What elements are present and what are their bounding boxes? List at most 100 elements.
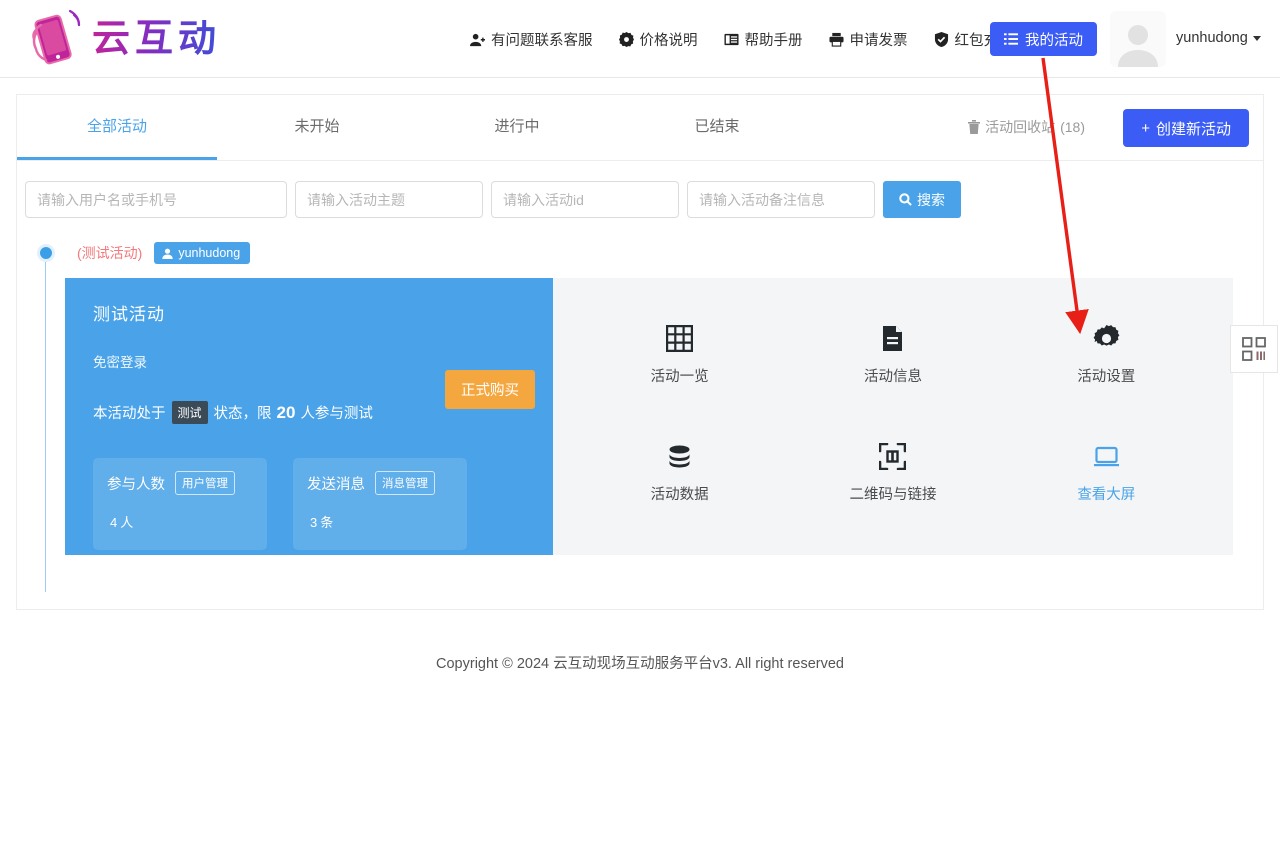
search-input-topic[interactable] [295,181,483,218]
owner-label: yunhudong [178,246,241,260]
tab-in-progress[interactable]: 进行中 [417,95,617,160]
monitor-icon [1093,443,1120,470]
nav-item-invoice[interactable]: 申请发票 [828,29,908,50]
tab-all-activities[interactable]: 全部活动 [17,95,217,160]
action-label: 二维码与链接 [849,487,937,504]
recycle-bin-link[interactable]: 活动回收站 (18) [968,117,1085,137]
nav-item-help-manual[interactable]: 帮助手册 [723,29,803,50]
create-activity-button[interactable]: + 创建新活动 [1123,109,1249,147]
action-activity-overview[interactable]: 活动一览 [650,324,709,386]
stat-participants: 参与人数 用户管理 4人 [93,458,267,550]
app-header: 云互动 有问题联系客服 价格说明 帮助手册 申请发票 红包充值 我的活动 yun… [0,0,1280,78]
price-tag-icon [618,31,634,47]
status-middle: 状态，限 [213,406,272,422]
activity-tabs: 全部活动 未开始 进行中 已结束 活动回收站 (18) + 创建新活动 [17,95,1263,161]
activities-panel: 全部活动 未开始 进行中 已结束 活动回收站 (18) + 创建新活动 搜索 [16,94,1264,610]
action-qrcode-link[interactable]: 二维码与链接 [849,443,936,504]
database-icon [666,443,693,470]
plus-icon: + [1141,119,1150,137]
stat-unit: 人 [120,515,134,530]
search-label: 搜索 [917,191,945,208]
search-input-username[interactable] [25,181,287,218]
action-label: 活动信息 [863,368,922,385]
tab-not-started[interactable]: 未开始 [217,95,417,160]
stat-label: 参与人数 [107,476,165,493]
search-input-activity-id[interactable] [491,181,679,218]
hand-phone-logo-icon [24,9,86,69]
stat-messages: 发送消息 消息管理 3条 [293,458,467,550]
recycle-bin-label: 活动回收站 [985,119,1056,135]
stat-value-wrap: 3条 [307,501,453,535]
user-menu[interactable]: yunhudong [1176,30,1261,46]
message-management-button[interactable]: 消息管理 [375,471,435,495]
nav-item-pricing[interactable]: 价格说明 [618,29,698,50]
tab-finished[interactable]: 已结束 [617,95,817,160]
nav-item-contact-support[interactable]: 有问题联系客服 [470,29,593,50]
list-icon [1004,32,1018,46]
status-suffix: 人参与测试 [300,406,373,422]
nav-label: 有问题联系客服 [491,32,593,49]
stat-value: 4 [110,515,118,530]
activity-summary-card: 测试活动 免密登录 本活动处于 测试 状态，限 20 人参与测试 正式购买 参与… [65,278,553,555]
search-toolbar: 搜索 [17,161,1263,218]
timeline-line [45,262,46,592]
qrcode-icon [1242,337,1266,361]
activity-login-mode: 免密登录 [93,355,147,370]
action-label: 活动数据 [650,487,709,504]
my-activity-label: 我的活动 [1025,32,1083,49]
activity-meta: (测试活动) yunhudong [25,240,1263,266]
nav-label: 帮助手册 [744,32,803,49]
side-qrcode-tab[interactable] [1230,325,1278,373]
user-support-icon [470,32,485,47]
action-activity-data[interactable]: 活动数据 [651,443,709,504]
user-management-button[interactable]: 用户管理 [175,471,235,495]
search-input-remark[interactable] [687,181,875,218]
trash-icon [968,120,981,134]
gear-icon [1093,324,1120,352]
timeline-dot [37,244,55,262]
grid-icon [666,324,694,352]
printer-icon [828,32,844,47]
activity-row: 测试活动 免密登录 本活动处于 测试 状态，限 20 人参与测试 正式购买 参与… [65,278,1233,555]
activity-title: 测试活动 [93,305,165,324]
create-activity-label: 创建新活动 [1155,120,1231,138]
footer-copyright: Copyright © 2024 云互动现场互动服务平台v3. All righ… [436,656,844,672]
username-label: yunhudong [1176,30,1248,46]
book-icon [723,32,739,47]
user-icon [162,248,174,259]
owner-badge[interactable]: yunhudong [154,242,251,264]
stat-label: 发送消息 [307,476,365,493]
search-icon [899,193,912,206]
document-icon [879,325,906,352]
action-label: 查看大屏 [1077,487,1136,504]
activity-timeline: (测试活动) yunhudong 测试活动 免密登录 本活动处于 测试 状态，限… [17,240,1263,592]
action-view-bigscreen[interactable]: 查看大屏 [1077,443,1135,504]
avatar[interactable] [1110,11,1166,67]
activity-stats: 参与人数 用户管理 4人 发送消息 消息管理 3条 [93,458,525,550]
purchase-button[interactable]: 正式购买 [445,370,535,409]
brand-logo[interactable]: 云互动 [24,9,221,69]
action-label: 活动一览 [650,368,709,385]
header-nav: 有问题联系客服 价格说明 帮助手册 申请发票 红包充值 [470,0,1013,78]
stat-value-wrap: 4人 [107,501,253,535]
action-activity-info[interactable]: 活动信息 [864,325,922,386]
brand-name: 云互动 [92,17,222,60]
action-label: 活动设置 [1077,368,1136,385]
search-button[interactable]: 搜索 [883,181,961,218]
chevron-down-icon [1252,35,1261,41]
status-prefix: 本活动处于 [93,406,166,422]
activity-action-grid: 活动一览 活动信息 活动设置 活动数据 二维码与链接 查看大屏 [553,278,1233,555]
nav-label: 价格说明 [639,32,698,49]
user-avatar-placeholder-icon [1113,19,1163,67]
stat-value: 3 [310,515,318,530]
stat-unit: 条 [320,515,334,530]
shield-check-icon [934,31,949,47]
action-activity-settings[interactable]: 活动设置 [1077,324,1136,386]
my-activity-button[interactable]: 我的活动 [990,22,1097,56]
recycle-bin-count: (18) [1060,119,1085,135]
test-activity-tag: (测试活动) [77,245,143,261]
nav-label: 申请发票 [849,32,908,49]
scan-icon [879,443,907,471]
status-limit-value: 20 [276,402,296,422]
status-badge: 测试 [171,401,208,424]
